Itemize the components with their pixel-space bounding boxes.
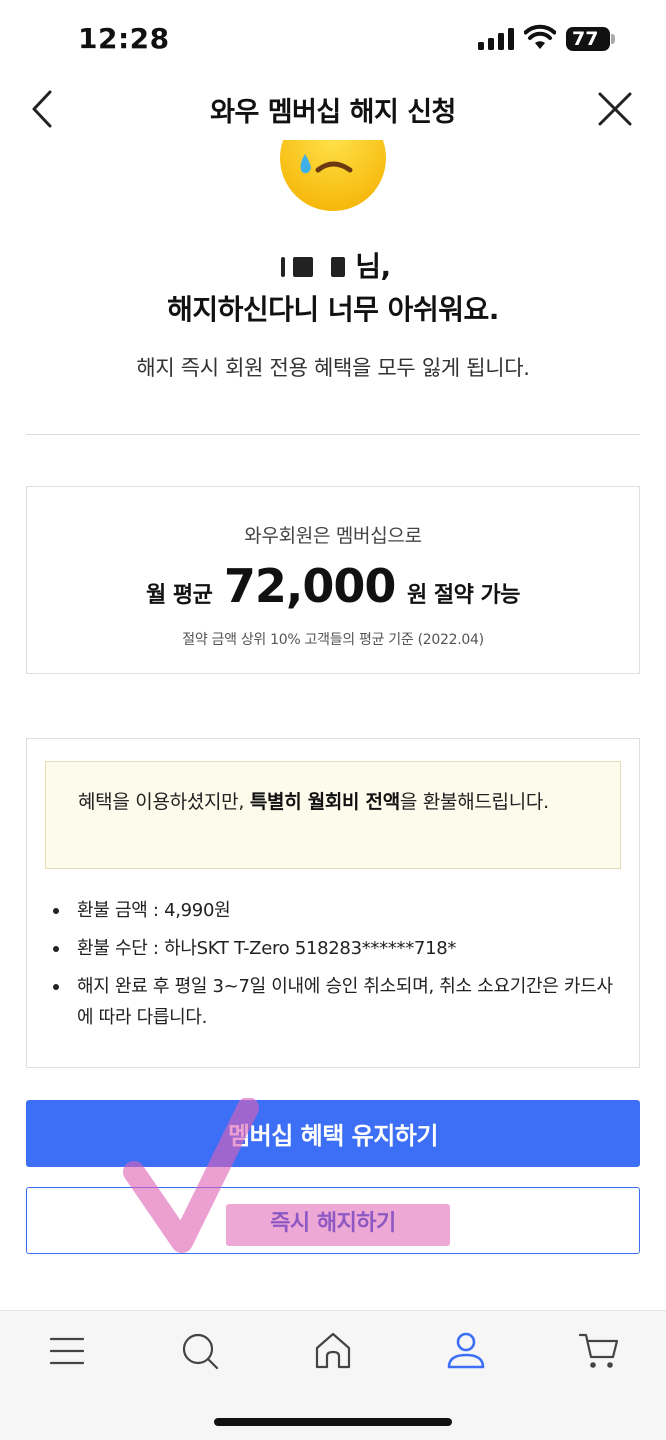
savings-note: 절약 금액 상위 10% 고객들의 평균 기준 (2022.04) — [182, 632, 484, 648]
page-title: 와우 멤버십 해지 신청 — [210, 97, 456, 128]
header: 와우 멤버십 해지 신청 — [0, 78, 666, 140]
refund-notice-post: 을 환불해드립니다. — [399, 791, 549, 813]
battery-icon: 77 — [566, 27, 610, 51]
lose-benefits-message: 해지 즉시 회원 전용 혜택을 모두 잃게 됩니다. — [136, 356, 530, 380]
battery-nub — [611, 34, 615, 44]
status-bar: 12:28 77 — [0, 0, 666, 78]
cancel-now-button[interactable]: 즉시 해지하기 — [26, 1187, 640, 1254]
sorry-message: 해지하신다니 너무 아쉬워요. — [167, 293, 499, 326]
savings-amount-line: 월 평균 72,000 원 절약 가능 — [27, 559, 639, 613]
refund-method-item: 환불 수단 : 하나SKT T-Zero 518283******718* — [49, 933, 619, 964]
cart-icon[interactable] — [577, 1329, 621, 1373]
search-icon[interactable] — [178, 1329, 222, 1373]
refund-notice: 혜택을 이용하셨지만, 특별히 월회비 전액을 환불해드립니다. — [45, 761, 621, 869]
signal-icon — [478, 28, 514, 50]
refund-notice-bold: 특별히 월회비 전액 — [249, 791, 400, 813]
savings-intro: 와우회원은 멤버십으로 — [244, 525, 422, 547]
wifi-icon — [524, 24, 556, 49]
home-icon[interactable] — [311, 1329, 355, 1373]
redacted-name — [275, 253, 355, 279]
refund-card: 혜택을 이용하셨지만, 특별히 월회비 전액을 환불해드립니다. 환불 금액 :… — [26, 738, 640, 1068]
refund-notice-pre: 혜택을 이용하셨지만, — [78, 791, 250, 813]
home-indicator — [214, 1418, 452, 1426]
savings-amount: 72,000 — [223, 559, 397, 613]
refund-amount-item: 환불 금액 : 4,990원 — [49, 895, 619, 926]
refund-period-item: 해지 완료 후 평일 3~7일 이내에 승인 취소되며, 취소 소요기간은 카드… — [49, 971, 619, 1033]
user-icon[interactable] — [444, 1329, 488, 1373]
refund-details-list: 환불 금액 : 4,990원 환불 수단 : 하나SKT T-Zero 5182… — [49, 895, 619, 1040]
savings-card: 와우회원은 멤버십으로 월 평균 72,000 원 절약 가능 절약 금액 상위… — [26, 486, 640, 674]
user-greeting: 님, — [0, 245, 666, 285]
crying-face-icon — [280, 140, 386, 211]
savings-suffix: 원 절약 가능 — [407, 583, 521, 608]
keep-membership-button[interactable]: 멤버십 혜택 유지하기 — [26, 1100, 640, 1167]
status-time: 12:28 — [78, 22, 170, 55]
divider — [26, 434, 640, 435]
savings-prefix: 월 평균 — [145, 583, 213, 608]
close-icon[interactable] — [594, 88, 636, 130]
menu-icon[interactable] — [45, 1329, 89, 1373]
name-suffix: 님, — [355, 250, 391, 283]
